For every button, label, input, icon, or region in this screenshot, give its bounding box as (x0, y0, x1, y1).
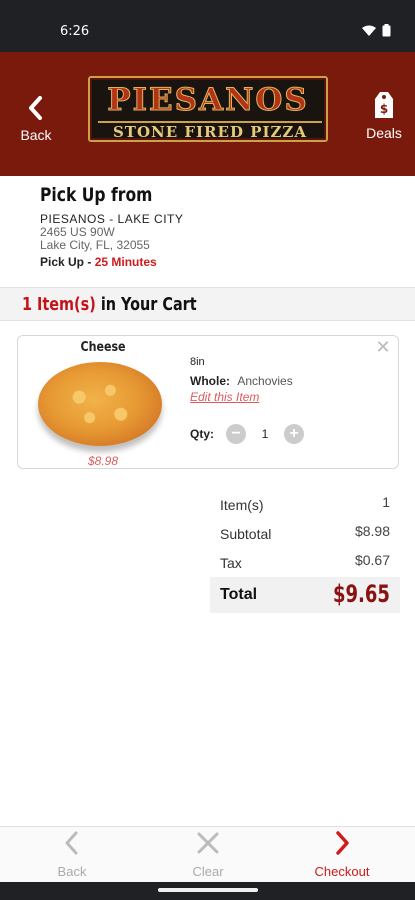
nav-checkout-button[interactable]: Checkout (292, 831, 392, 881)
system-nav-bar (0, 882, 415, 900)
wifi-icon (362, 25, 376, 36)
item-topping: Whole: Anchovies (190, 374, 293, 388)
nav-back-label: Back (57, 864, 87, 879)
bottom-nav: Back Clear Checkout (0, 826, 415, 882)
header-back-button[interactable]: Back (16, 96, 56, 146)
cart-title: 1 Item(s) in Your Cart (22, 294, 197, 315)
address-line-2: Lake City, FL, 32055 (40, 238, 150, 252)
cart-title-text: in Your Cart (100, 294, 197, 315)
home-indicator[interactable] (158, 888, 258, 892)
summary-items-row: Item(s) 1 (210, 490, 400, 519)
subtotal-value: $8.98 (354, 523, 390, 539)
item-name: Cheese (80, 340, 126, 355)
app-header: Back PIESANOS STONE FIRED PIZZA $ Deals (0, 52, 415, 176)
price-tag-icon: $ (375, 92, 393, 118)
items-label: Item(s) (220, 497, 264, 513)
topping-value: Anchovies (237, 374, 293, 388)
total-label: Total (220, 586, 258, 603)
item-price: $8.98 (87, 454, 119, 468)
subtotal-label: Subtotal (220, 526, 272, 542)
qty-label: Qty: (190, 427, 214, 441)
pickup-time: Pick Up - 25 Minutes (40, 255, 400, 269)
back-label: Back (20, 127, 52, 143)
nav-back-button[interactable]: Back (22, 831, 122, 881)
summary-total-row: Total $9.65 (210, 577, 400, 613)
deals-label: Deals (366, 125, 402, 141)
item-size: 8in (190, 356, 205, 368)
logo-title: PIESANOS (107, 82, 309, 119)
quantity-stepper: Qty: − 1 + (190, 424, 304, 444)
pickup-time-value: 25 Minutes (94, 255, 157, 269)
nav-checkout-label: Checkout (314, 864, 370, 879)
pickup-title: Pick Up from (40, 184, 153, 206)
cart-item-count: 1 Item(s) (22, 294, 96, 315)
store-name: PIESANOS - LAKE CITY (40, 212, 184, 226)
total-value: $9.65 (333, 580, 390, 608)
close-icon (197, 832, 219, 854)
qty-increase-button[interactable]: + (284, 424, 304, 444)
status-time: 6:26 (60, 24, 90, 39)
nav-clear-label: Clear (192, 864, 224, 879)
logo-subtitle: STONE FIRED PIZZA (98, 121, 322, 141)
chevron-right-icon (336, 831, 349, 855)
topping-label: Whole: (190, 374, 230, 388)
tax-label: Tax (220, 555, 242, 571)
summary-subtotal-row: Subtotal $8.98 (210, 519, 400, 548)
pizza-image (38, 362, 162, 446)
remove-item-button[interactable]: ✕ (374, 338, 392, 356)
status-bar: 6:26 (0, 0, 415, 52)
svg-text:$: $ (380, 102, 388, 116)
cart-item-card: Cheese $8.98 ✕ 8in Whole: Anchovies Edit… (17, 335, 399, 469)
order-summary: Item(s) 1 Subtotal $8.98 Tax $0.67 Total… (210, 490, 400, 613)
nav-clear-button[interactable]: Clear (158, 831, 258, 881)
pickup-info: Pick Up from PIESANOS - LAKE CITY 2465 U… (40, 184, 400, 269)
cart-header: 1 Item(s) in Your Cart (0, 287, 415, 321)
items-value: 1 (382, 494, 390, 510)
deals-button[interactable]: $ Deals (363, 90, 405, 141)
chevron-left-icon (65, 831, 78, 855)
chevron-left-icon (29, 96, 42, 120)
edit-item-link[interactable]: Edit this Item (190, 390, 259, 404)
qty-value: 1 (261, 427, 269, 441)
brand-logo: PIESANOS STONE FIRED PIZZA (88, 76, 328, 142)
pickup-time-label: Pick Up - (40, 255, 92, 269)
tax-value: $0.67 (354, 552, 390, 568)
qty-decrease-button[interactable]: − (226, 424, 246, 444)
status-icons (362, 24, 391, 37)
summary-tax-row: Tax $0.67 (210, 548, 400, 577)
battery-icon (382, 24, 391, 37)
